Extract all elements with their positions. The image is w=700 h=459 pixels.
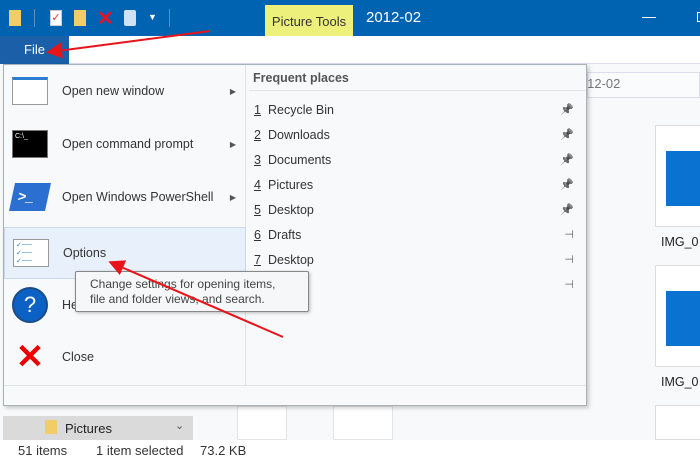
arrow-to-file (46, 30, 211, 59)
arrow-to-options (108, 260, 284, 338)
annotation-arrows (46, 30, 284, 338)
